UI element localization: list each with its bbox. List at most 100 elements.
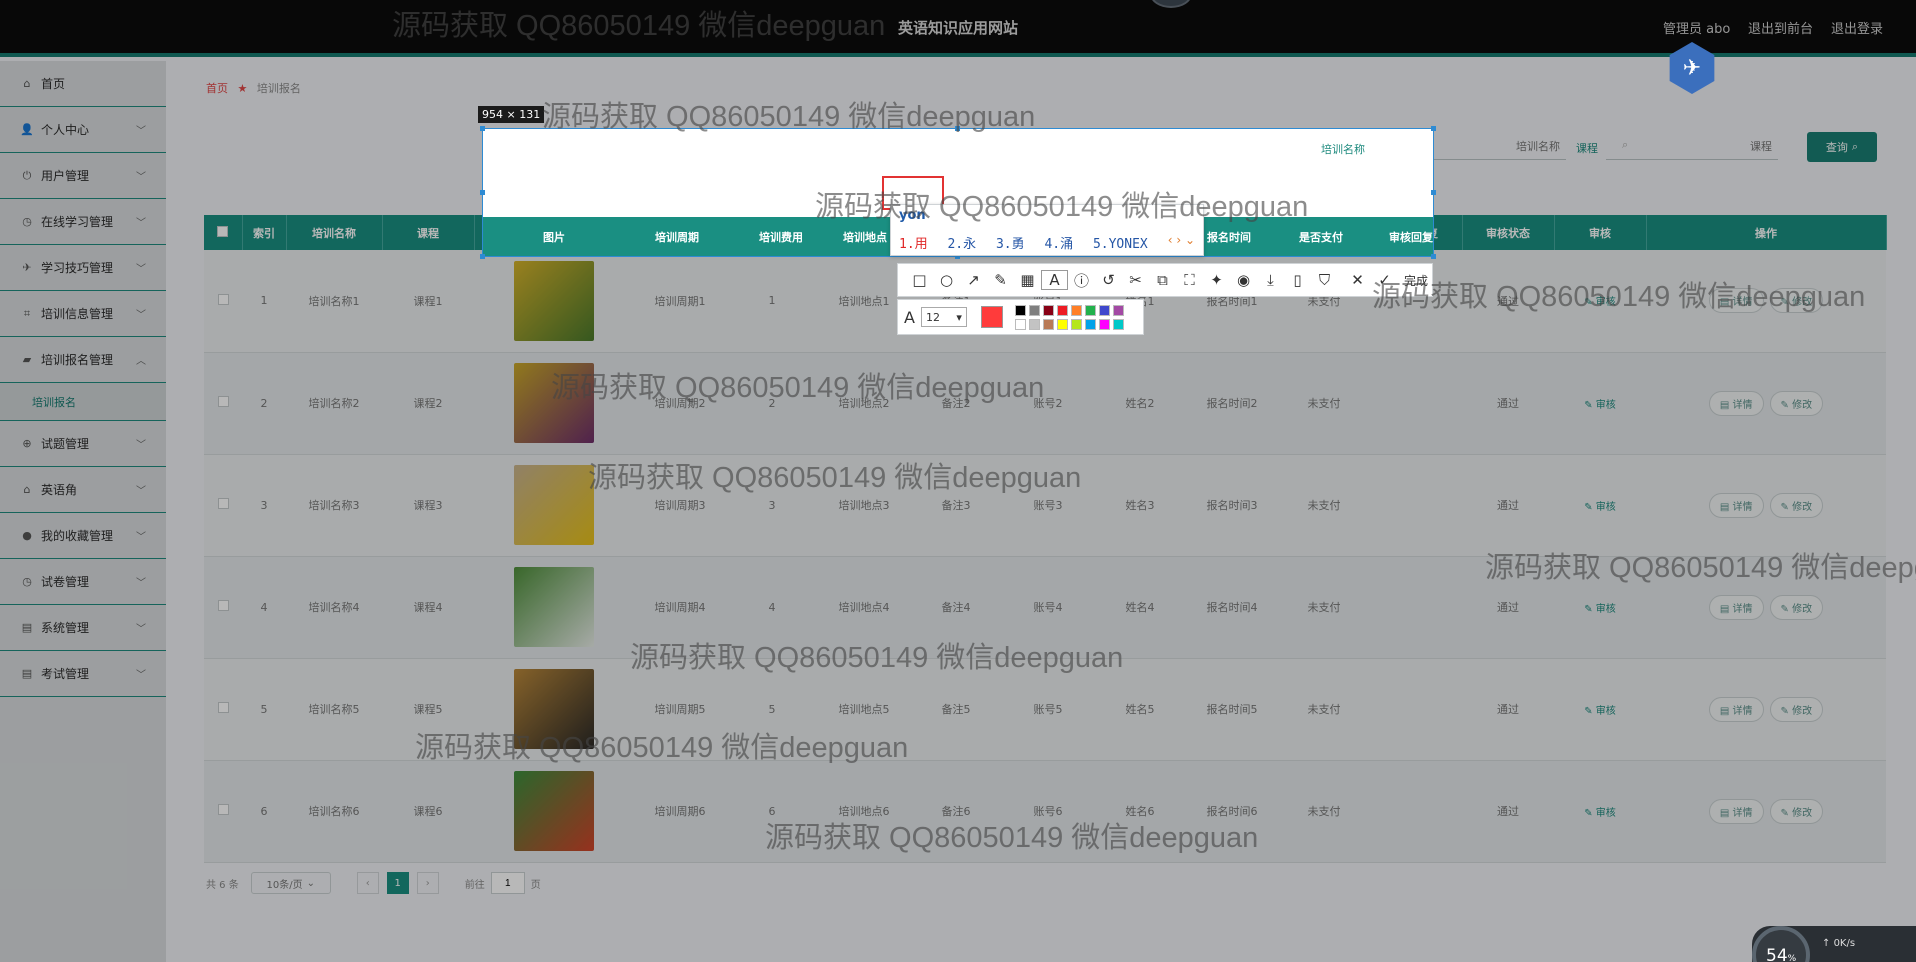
- network-speed-widget[interactable]: 54% ↑ 0K/s: [1752, 926, 1916, 962]
- ocr-icon[interactable]: ⛶: [1176, 271, 1203, 289]
- mosaic-tool-icon[interactable]: ▦: [1014, 271, 1041, 289]
- sidebar-item[interactable]: ▤ 系统管理 ﹀: [0, 605, 166, 651]
- audit-link[interactable]: ✎ 审核: [1584, 400, 1616, 411]
- row-checkbox[interactable]: [217, 498, 229, 509]
- row-checkbox[interactable]: [217, 293, 229, 305]
- detail-button[interactable]: ▤ 详情: [1708, 390, 1764, 416]
- close-icon[interactable]: ✕: [1344, 271, 1371, 289]
- color-swatch[interactable]: [1112, 318, 1124, 330]
- color-swatch[interactable]: [1084, 304, 1096, 316]
- color-swatch[interactable]: [1112, 304, 1124, 316]
- page-button-current[interactable]: 1: [386, 872, 409, 894]
- resize-handle[interactable]: [1431, 126, 1436, 131]
- serial-number-tool-icon[interactable]: ⓘ: [1068, 270, 1095, 291]
- audit-link[interactable]: ✎ 审核: [1584, 297, 1616, 308]
- sidebar-item[interactable]: ⌗ 培训信息管理 ﹀: [0, 291, 166, 337]
- rectangle-tool-icon[interactable]: □: [906, 271, 933, 289]
- ime-candidate[interactable]: 5.YONEX: [1093, 237, 1148, 252]
- sidebar-item[interactable]: ⊕ 试题管理 ﹀: [0, 421, 166, 467]
- color-swatch[interactable]: [1070, 304, 1082, 316]
- row-checkbox[interactable]: [217, 702, 229, 713]
- select-all-checkbox[interactable]: [204, 215, 243, 250]
- check-icon[interactable]: ✓: [1371, 271, 1398, 289]
- arrow-tool-icon[interactable]: ↗: [960, 271, 987, 289]
- sidebar-item[interactable]: ◷ 试卷管理 ﹀: [0, 559, 166, 605]
- pin-icon[interactable]: ✦: [1203, 271, 1230, 289]
- color-swatch[interactable]: [1070, 318, 1082, 330]
- detail-button[interactable]: ▤ 详情: [1708, 492, 1764, 518]
- color-swatch[interactable]: [1028, 318, 1040, 330]
- prev-page-button[interactable]: ‹: [356, 872, 379, 894]
- phone-icon[interactable]: ▯: [1284, 271, 1311, 289]
- audit-link[interactable]: ✎ 审核: [1584, 808, 1616, 819]
- resize-handle[interactable]: [480, 190, 485, 195]
- sidebar-item[interactable]: ⏻ 用户管理 ﹀: [0, 153, 166, 199]
- row-checkbox[interactable]: [217, 804, 229, 815]
- row-checkbox[interactable]: [217, 600, 229, 611]
- goto-page-input[interactable]: [490, 872, 525, 894]
- color-swatch[interactable]: [1056, 318, 1068, 330]
- resize-handle[interactable]: [955, 126, 960, 131]
- resize-handle[interactable]: [480, 254, 485, 259]
- undo-icon[interactable]: ↺: [1095, 271, 1122, 289]
- edit-button[interactable]: ✎ 修改: [1769, 288, 1824, 314]
- ime-candidate[interactable]: 3.勇: [996, 237, 1025, 252]
- cut-icon[interactable]: ✂: [1122, 271, 1149, 289]
- download-icon[interactable]: ⤓: [1257, 271, 1284, 289]
- checkbox[interactable]: [217, 225, 229, 237]
- pen-tool-icon[interactable]: ✎: [987, 271, 1014, 289]
- color-swatch[interactable]: [1098, 304, 1110, 316]
- sidebar-item[interactable]: ◷ 在线学习管理 ﹀: [0, 199, 166, 245]
- audit-link[interactable]: ✎ 审核: [1584, 604, 1616, 615]
- record-icon[interactable]: ◉: [1230, 271, 1257, 289]
- resize-handle[interactable]: [480, 126, 485, 131]
- detail-button[interactable]: ▤ 详情: [1708, 288, 1764, 314]
- audit-link[interactable]: ✎ 审核: [1584, 706, 1616, 717]
- audit-link[interactable]: ✎ 审核: [1584, 502, 1616, 513]
- detail-button[interactable]: ▤ 详情: [1708, 696, 1764, 722]
- logout-link[interactable]: 退出登录: [1831, 18, 1883, 37]
- next-page-button[interactable]: ›: [416, 872, 439, 894]
- ellipse-tool-icon[interactable]: ○: [933, 271, 960, 289]
- edit-button[interactable]: ✎ 修改: [1769, 390, 1824, 416]
- edit-button[interactable]: ✎ 修改: [1769, 696, 1824, 722]
- sidebar-item[interactable]: ▤ 考试管理 ﹀: [0, 651, 166, 697]
- sidebar-subitem[interactable]: 培训报名: [0, 383, 166, 421]
- sidebar-item[interactable]: ✈ 学习技巧管理 ﹀: [0, 245, 166, 291]
- color-swatch[interactable]: [1014, 304, 1026, 316]
- detail-button[interactable]: ▤ 详情: [1708, 594, 1764, 620]
- font-size-select[interactable]: 12 ▾: [920, 307, 967, 327]
- color-swatch[interactable]: [1042, 318, 1054, 330]
- sidebar-item[interactable]: ● 我的收藏管理 ﹀: [0, 513, 166, 559]
- ime-page-arrows-icon[interactable]: ‹ › ⌄: [1168, 233, 1195, 247]
- text-tool-icon[interactable]: A: [1041, 270, 1068, 290]
- color-swatch[interactable]: [1098, 318, 1110, 330]
- color-swatch[interactable]: [1014, 318, 1026, 330]
- detail-button[interactable]: ▤ 详情: [1708, 798, 1764, 824]
- ime-candidate[interactable]: 4.涌: [1044, 237, 1073, 252]
- sidebar-item[interactable]: ⌂ 英语角 ﹀: [0, 467, 166, 513]
- sidebar-item[interactable]: ▰ 培训报名管理 ︿: [0, 337, 166, 383]
- done-button[interactable]: 完成: [1404, 272, 1428, 289]
- ime-candidate[interactable]: 1.用: [899, 237, 928, 252]
- color-swatch[interactable]: [1042, 304, 1054, 316]
- edit-button[interactable]: ✎ 修改: [1769, 492, 1824, 518]
- page-size-select[interactable]: 10条/页 ⌄: [250, 872, 331, 894]
- query-button[interactable]: 查询 ⌕: [1807, 132, 1877, 162]
- edit-button[interactable]: ✎ 修改: [1769, 798, 1824, 824]
- edit-button[interactable]: ✎ 修改: [1769, 594, 1824, 620]
- sidebar-item[interactable]: 👤 个人中心 ﹀: [0, 107, 166, 153]
- color-swatch[interactable]: [1056, 304, 1068, 316]
- current-color-swatch[interactable]: [980, 306, 1003, 328]
- translate-icon[interactable]: ⧉: [1149, 271, 1176, 289]
- ime-candidate[interactable]: 2.永: [947, 237, 976, 252]
- color-swatch[interactable]: [1084, 318, 1096, 330]
- bookmark-icon[interactable]: ⛉: [1311, 271, 1338, 289]
- resize-handle[interactable]: [1431, 254, 1436, 259]
- course-search-input[interactable]: [1606, 134, 1778, 160]
- color-swatch[interactable]: [1028, 304, 1040, 316]
- breadcrumb-home[interactable]: 首页: [206, 82, 228, 95]
- resize-handle[interactable]: [1431, 190, 1436, 195]
- front-link[interactable]: 退出到前台: [1748, 18, 1813, 37]
- row-checkbox[interactable]: [217, 396, 229, 407]
